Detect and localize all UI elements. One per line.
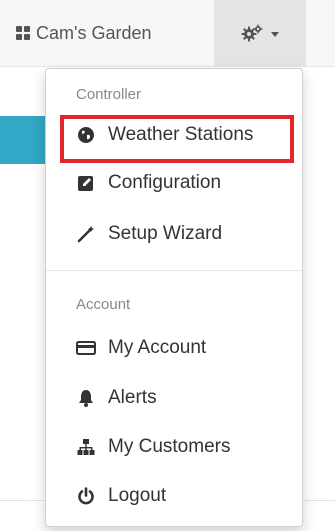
menu-divider	[46, 270, 302, 271]
menu-item-label: Weather Stations	[108, 124, 254, 145]
menu-item-label: Setup Wizard	[108, 223, 223, 244]
sitemap-icon	[76, 438, 96, 456]
menu-item-my-account[interactable]: My Account	[76, 333, 206, 363]
menu-item-setup-wizard[interactable]: Setup Wizard	[76, 219, 222, 249]
controller-header: Controller	[76, 86, 142, 103]
background-accent-bar	[0, 116, 45, 164]
menu-item-configuration[interactable]: Configuration	[76, 168, 221, 198]
garden-link[interactable]: Cam's Garden	[16, 20, 151, 46]
gears-icon	[241, 24, 263, 42]
settings-dropdown-menu: Controller Weather Stations Configuratio…	[45, 68, 303, 527]
edit-icon	[76, 174, 96, 192]
menu-item-label: Logout	[108, 485, 167, 506]
settings-dropdown-toggle[interactable]	[214, 0, 306, 66]
top-navbar: Cam's Garden	[0, 0, 335, 67]
account-header: Account	[76, 296, 131, 313]
menu-item-my-customers[interactable]: My Customers	[76, 432, 230, 462]
menu-item-label: Alerts	[108, 387, 157, 408]
caret-down-icon	[271, 31, 279, 37]
menu-item-label: My Account	[108, 337, 207, 358]
globe-icon	[76, 126, 96, 144]
menu-item-label: Configuration	[108, 172, 222, 193]
menu-item-alerts[interactable]: Alerts	[76, 383, 157, 413]
magic-wand-icon	[76, 225, 96, 243]
menu-item-label: My Customers	[108, 436, 231, 457]
menu-item-weather-stations[interactable]: Weather Stations	[76, 120, 253, 150]
garden-name: Cam's Garden	[36, 22, 152, 43]
grid-icon	[16, 26, 30, 40]
credit-card-icon	[76, 340, 96, 356]
bell-icon	[76, 389, 96, 407]
power-icon	[76, 487, 96, 505]
menu-item-logout[interactable]: Logout	[76, 481, 166, 511]
